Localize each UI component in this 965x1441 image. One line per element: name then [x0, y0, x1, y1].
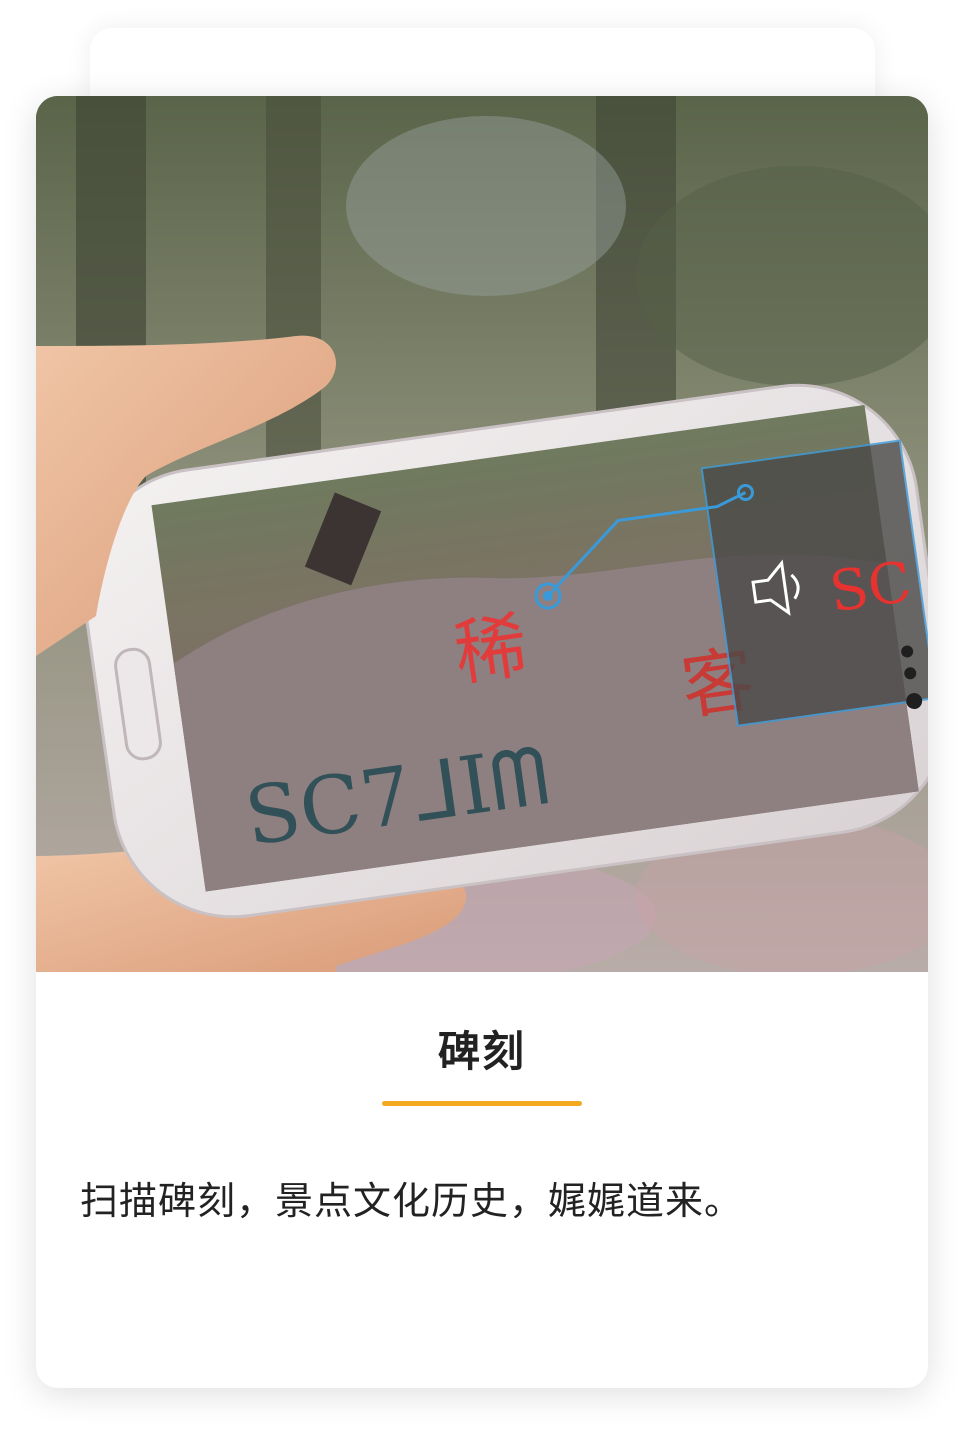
feature-card: 稀 客 SC7ᒧIᗰ SC 碑刻 扫描碑刻，景点文化历史，娓娓道来。 — [36, 96, 928, 1388]
svg-text:稀: 稀 — [449, 603, 532, 696]
card-description: 扫描碑刻，景点文化历史，娓娓道来。 — [80, 1179, 744, 1223]
card-title: 碑刻 — [437, 1027, 526, 1076]
title-underline — [382, 1101, 582, 1106]
feature-photo: 稀 客 SC7ᒧIᗰ SC — [36, 96, 928, 972]
svg-text:SC: SC — [826, 550, 915, 626]
